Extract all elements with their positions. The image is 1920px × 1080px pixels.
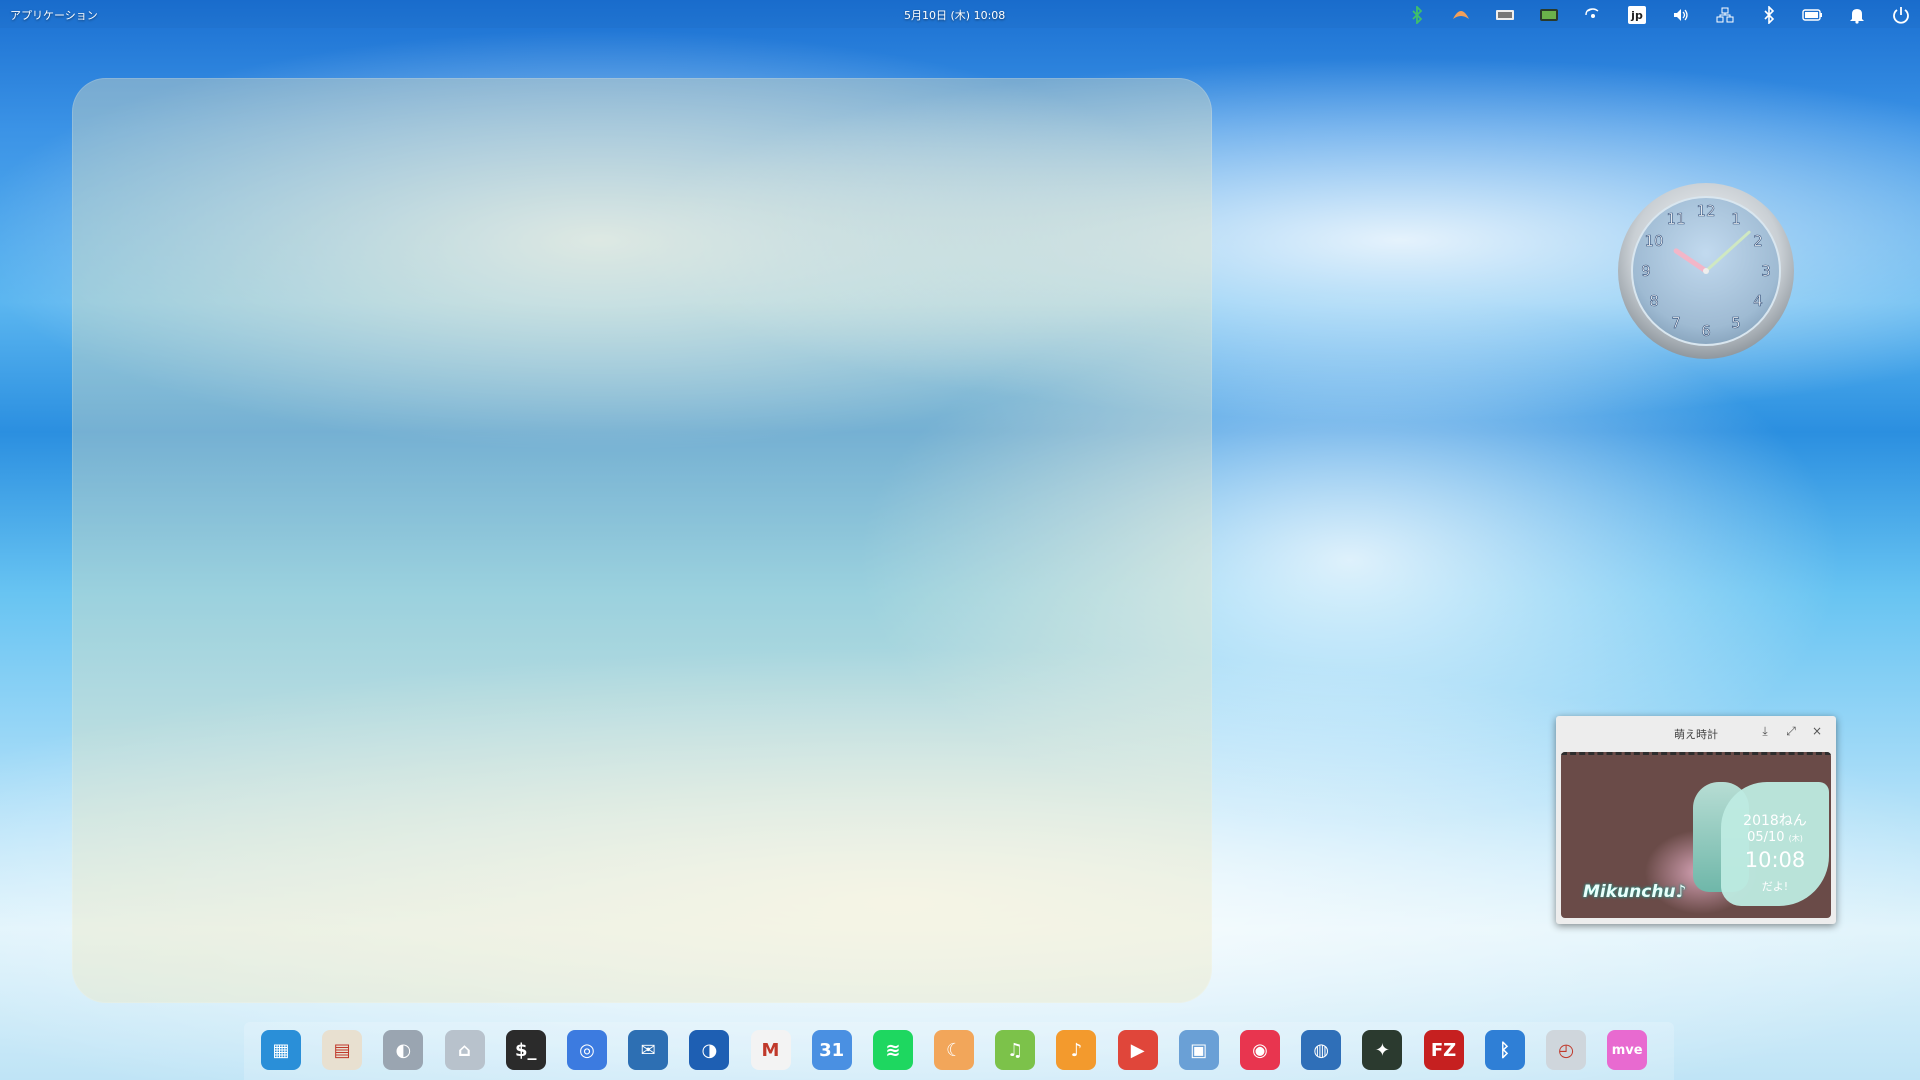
gmail-icon: M: [750, 1030, 791, 1070]
screen-icon[interactable]: [1538, 5, 1560, 25]
date-text: 05/10: [1747, 830, 1785, 845]
music-mixer-icon: ♫: [995, 1030, 1036, 1070]
seamonkey-icon: ◑: [689, 1030, 730, 1070]
dock-item[interactable]: ◐: [380, 1027, 426, 1073]
keyboard-icon[interactable]: [1494, 5, 1516, 25]
network-icon[interactable]: [1714, 5, 1736, 25]
clock-number: 9: [1641, 262, 1651, 280]
clock-number: 2: [1753, 232, 1763, 250]
dock-item[interactable]: ▦: [258, 1027, 304, 1073]
screenshot-icon: ▣: [1178, 1030, 1219, 1070]
dock-item[interactable]: M: [748, 1027, 794, 1073]
dock-item[interactable]: ◍: [1298, 1027, 1344, 1073]
pin-icon[interactable]: ⤓: [1758, 724, 1772, 738]
dock-item[interactable]: ≋: [870, 1027, 916, 1073]
close-icon[interactable]: ×: [1810, 724, 1824, 738]
lips-app-icon: ◉: [1240, 1030, 1280, 1070]
date-row: 05/10 (木): [1721, 830, 1829, 845]
dock-item[interactable]: ◉: [1237, 1027, 1283, 1073]
clock-number: 12: [1696, 202, 1715, 220]
chromium-icon: ◎: [566, 1030, 607, 1070]
appcenter-icon: ▤: [322, 1030, 363, 1070]
expand-icon[interactable]: ⤢: [1784, 724, 1798, 738]
dock-item[interactable]: $_: [503, 1027, 549, 1073]
clock-number: 3: [1761, 262, 1771, 280]
croissant-icon: ☾: [934, 1030, 975, 1070]
dock-item[interactable]: ◑: [686, 1027, 732, 1073]
dock-item[interactable]: ◎: [564, 1027, 610, 1073]
dock-item[interactable]: ♫: [992, 1027, 1038, 1073]
indicator-area: jp: [1384, 4, 1912, 26]
suffix-text: だよ!: [1761, 880, 1789, 893]
calendar-icon: 31: [811, 1030, 852, 1070]
files-icon: ⌂: [444, 1030, 485, 1070]
bluetooth-icon[interactable]: [1758, 5, 1780, 25]
panel-datetime[interactable]: 5月10日 (木) 10:08: [904, 7, 1005, 23]
music-icon: ♪: [1056, 1030, 1097, 1070]
clock-number: 4: [1753, 292, 1763, 310]
thunderbird-icon: ✉: [628, 1030, 669, 1070]
clock-bubble: 2018ねん 05/10 (木) 10:08 だよ!: [1721, 782, 1829, 906]
notification-bell-icon[interactable]: [1846, 5, 1868, 25]
clock-number: 11: [1666, 210, 1685, 228]
mve-tokei-icon: mve: [1607, 1030, 1648, 1070]
multitasking-icon: ▦: [261, 1030, 301, 1070]
dock-item[interactable]: FZ: [1421, 1027, 1467, 1073]
filezilla-icon: FZ: [1423, 1030, 1464, 1070]
dock-items: ▦ ▤ ◐ ⌂ $_ ◎ ✉ ◑ M 31 ≋ ☾ ♫ ♪ ▶ ▣ ◉ ◍ ✦ FZ ᛒ ◴ mve: [258, 1027, 1665, 1073]
dock-item[interactable]: ▤: [319, 1027, 365, 1073]
weekday-text: (木): [1788, 834, 1803, 843]
clock-number: 1: [1731, 210, 1741, 228]
translucent-panel: [72, 78, 1212, 1003]
settings-switch-icon: ◐: [383, 1030, 424, 1070]
dock-item[interactable]: 31: [809, 1027, 855, 1073]
window-titlebar[interactable]: 萌え時計 ⤓ ⤢ ×: [1556, 716, 1836, 748]
terminal-icon: $_: [505, 1030, 546, 1070]
clock-number: 10: [1644, 232, 1663, 250]
year-text: 2018ねん: [1743, 813, 1807, 829]
wireless-icon[interactable]: [1582, 5, 1604, 25]
bluetooth-alt-icon[interactable]: [1406, 5, 1428, 25]
clock-app-icon: ◴: [1545, 1030, 1586, 1070]
dock-item[interactable]: ✉: [625, 1027, 671, 1073]
video-player-icon: ▶: [1117, 1030, 1158, 1070]
time-text: 10:08: [1744, 848, 1806, 872]
analog-clock-face: 12 12 3 45 6 78 9 1011: [1618, 183, 1794, 359]
brand-logo: Mikunchu♪: [1583, 882, 1687, 902]
dock-item[interactable]: ▶: [1115, 1027, 1161, 1073]
moe-clock-display: 2018ねん 05/10 (木) 10:08 だよ! Mikunchu♪: [1561, 752, 1831, 918]
spotify-icon: ≋: [872, 1030, 913, 1070]
bluetooth-icon: ᛒ: [1484, 1030, 1525, 1070]
power-icon[interactable]: [1890, 5, 1912, 25]
dock-item[interactable]: ♪: [1053, 1027, 1099, 1073]
ninja-app-icon: ✦: [1362, 1030, 1403, 1070]
dock-item[interactable]: ⌂: [442, 1027, 488, 1073]
dock-item[interactable]: ✦: [1359, 1027, 1405, 1073]
battery-icon[interactable]: [1802, 5, 1824, 25]
dock-item[interactable]: mve: [1604, 1027, 1650, 1073]
applications-menu[interactable]: アプリケーション: [10, 7, 98, 23]
clock-center: [1703, 268, 1709, 274]
dock-item[interactable]: ☾: [931, 1027, 977, 1073]
clock-number: 8: [1649, 292, 1659, 310]
volume-icon[interactable]: [1670, 5, 1692, 25]
moe-clock-window[interactable]: 萌え時計 ⤓ ⤢ × 2018ねん 05/10 (木) 10:08 だよ! Mi…: [1556, 716, 1836, 924]
dock-item[interactable]: ▣: [1176, 1027, 1222, 1073]
clock-number: 5: [1731, 314, 1741, 332]
globe-feather-icon: ◍: [1301, 1030, 1342, 1070]
croissant-icon[interactable]: [1450, 5, 1472, 25]
clock-number: 7: [1671, 314, 1681, 332]
keyboard-layout-label: jp: [1628, 6, 1646, 24]
clock-number: 6: [1701, 322, 1711, 340]
dock-item[interactable]: ◴: [1543, 1027, 1589, 1073]
top-panel: アプリケーション 5月10日 (木) 10:08 jp: [0, 0, 1920, 28]
keyboard-layout-icon[interactable]: jp: [1626, 5, 1648, 25]
dock-item[interactable]: ᛒ: [1482, 1027, 1528, 1073]
analog-clock-widget[interactable]: 12 1 2 3 4 5 6 7 8 9 10 11: [1608, 178, 1804, 364]
